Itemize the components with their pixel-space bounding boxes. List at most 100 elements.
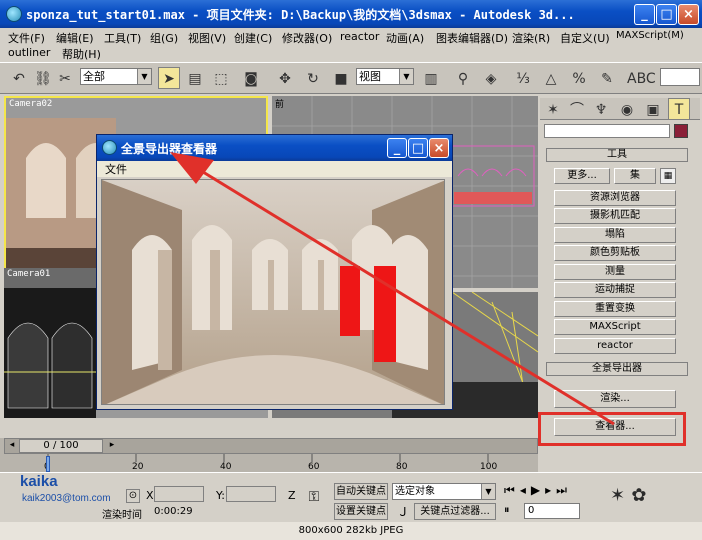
prev-key-icon[interactable]: ◂: [520, 483, 531, 497]
viewport-label[interactable]: 前: [275, 97, 284, 110]
dialog-title-bar[interactable]: 全景导出器查看器 _ □ ×: [97, 135, 452, 161]
panorama-rollout-header[interactable]: 全景导出器: [546, 362, 688, 376]
key-mode-toggle-icon[interactable]: ⏸: [504, 503, 522, 519]
menu-group[interactable]: 组(G): [150, 30, 178, 46]
key-mode-dropdown[interactable]: 选定对象 ▼: [392, 483, 496, 500]
configure-sets-icon[interactable]: ▦: [660, 168, 676, 184]
menu-animation[interactable]: 动画(A): [386, 30, 424, 46]
rect-region-icon[interactable]: ⬚: [210, 67, 232, 89]
frame-counter[interactable]: 0 / 100: [19, 439, 103, 453]
reset-xform-button[interactable]: 重置变换: [554, 301, 676, 317]
window-crossing-icon[interactable]: ◙: [240, 67, 262, 89]
auto-key-button[interactable]: 自动关键点: [334, 483, 388, 500]
angle-snap-icon[interactable]: △: [540, 67, 562, 89]
time-slider[interactable]: ◂ 0 / 100 ▸: [4, 438, 538, 454]
dialog-app-icon[interactable]: [102, 140, 117, 155]
tools-rollout-header[interactable]: 工具: [546, 148, 688, 162]
menu-edit[interactable]: 编辑(E): [56, 30, 94, 46]
selection-filter-dropdown[interactable]: 全部 ▼: [80, 68, 152, 85]
create-tab-icon[interactable]: ✶: [542, 98, 564, 120]
snap-icon[interactable]: ⅓: [512, 67, 534, 89]
keyboard-shortcut-icon[interactable]: ◈: [480, 67, 502, 89]
panorama-render-view[interactable]: [101, 179, 445, 405]
goto-start-icon[interactable]: ⏮: [504, 483, 520, 497]
more-button[interactable]: 更多...: [554, 168, 610, 184]
named-selection-field[interactable]: [660, 68, 700, 86]
select-arrow-icon[interactable]: ➤: [158, 67, 180, 89]
motion-tab-icon[interactable]: ◉: [616, 98, 638, 120]
undo-icon[interactable]: ↶: [8, 67, 30, 89]
spinner-snap-icon[interactable]: ✎: [596, 67, 618, 89]
key-filters-button[interactable]: 关键点过滤器...: [414, 503, 496, 520]
dialog-minimize-button[interactable]: _: [387, 138, 407, 158]
time-scrubber[interactable]: [46, 456, 50, 472]
prev-frame-icon[interactable]: ◂: [5, 440, 19, 452]
watermark-name: kaika: [20, 473, 58, 490]
menu-graph-editors[interactable]: 图表编辑器(D): [436, 30, 508, 46]
hierarchy-tab-icon[interactable]: ♆: [590, 98, 612, 120]
percent-snap-icon[interactable]: %: [568, 67, 590, 89]
menu-help[interactable]: 帮助(H): [62, 46, 101, 62]
reactor-button[interactable]: reactor: [554, 338, 676, 354]
x-coordinate-field[interactable]: [154, 486, 204, 502]
command-panel: ✶ ⌒ ♆ ◉ ▣ T 工具 更多... 集 ▦ 资源浏览器 摄影机匹配 塌陷 …: [538, 94, 702, 472]
unlink-icon[interactable]: ✂: [54, 67, 76, 89]
collapse-button[interactable]: 塌陷: [554, 227, 676, 243]
menu-customize[interactable]: 自定义(U): [560, 30, 610, 46]
key-mode-value: 选定对象: [395, 486, 435, 497]
color-clipboard-button[interactable]: 颜色剪贴板: [554, 245, 676, 261]
viewport-label[interactable]: Camera01: [7, 269, 50, 279]
sets-button[interactable]: 集: [614, 168, 656, 184]
menu-modifiers[interactable]: 修改器(O): [282, 30, 332, 46]
next-key-icon[interactable]: ▸: [545, 483, 556, 497]
timeline-ruler[interactable]: [44, 454, 538, 472]
current-frame-field[interactable]: 0: [524, 503, 580, 519]
set-key-button[interactable]: 设置关键点: [334, 503, 388, 520]
playback-controls: ⏮◂▶▸⏭: [504, 483, 624, 501]
next-frame-icon[interactable]: ▸: [105, 440, 119, 452]
key-filters-icon[interactable]: Ｊ: [394, 503, 412, 520]
select-by-name-icon[interactable]: ▤: [184, 67, 206, 89]
maxscript-button[interactable]: MAXScript: [554, 319, 676, 335]
goto-end-icon[interactable]: ⏭: [556, 483, 572, 497]
modify-tab-icon[interactable]: ⌒: [566, 98, 588, 120]
menu-outliner[interactable]: outliner: [8, 46, 50, 59]
lock-selection-icon[interactable]: ⊙: [126, 489, 140, 503]
3dsmax-app-icon[interactable]: [6, 6, 22, 22]
y-coordinate-field[interactable]: [226, 486, 276, 502]
dialog-menu-bar: 文件: [97, 161, 452, 177]
key-icon[interactable]: ⚿: [300, 489, 328, 513]
menu-maxscript[interactable]: MAXScript(M): [616, 30, 684, 41]
scale-icon[interactable]: ■: [330, 67, 352, 89]
panorama-render-button[interactable]: 渲染...: [554, 390, 676, 408]
named-selection-icon[interactable]: ABC: [626, 67, 656, 89]
display-tab-icon[interactable]: ▣: [642, 98, 664, 120]
dialog-menu-file[interactable]: 文件: [105, 163, 127, 176]
dialog-close-button[interactable]: ×: [429, 138, 449, 158]
play-icon[interactable]: ▶: [531, 483, 545, 497]
menu-file[interactable]: 文件(F): [8, 30, 45, 46]
rotate-icon[interactable]: ↻: [302, 67, 324, 89]
manipulate-icon[interactable]: ⚲: [452, 67, 474, 89]
ref-coord-dropdown[interactable]: 视图 ▼: [356, 68, 414, 85]
measure-button[interactable]: 测量: [554, 264, 676, 280]
menu-tools[interactable]: 工具(T): [104, 30, 141, 46]
object-color-swatch[interactable]: [674, 124, 688, 138]
motion-capture-button[interactable]: 运动捕捉: [554, 282, 676, 298]
close-button[interactable]: ×: [678, 4, 699, 25]
minimize-button[interactable]: _: [634, 4, 655, 25]
link-icon[interactable]: ⛓: [32, 67, 54, 89]
utilities-tab-icon[interactable]: T: [668, 98, 690, 120]
move-icon[interactable]: ✥: [274, 67, 296, 89]
maximize-button[interactable]: □: [656, 4, 677, 25]
object-name-field[interactable]: [544, 124, 670, 138]
menu-create[interactable]: 创建(C): [234, 30, 272, 46]
asset-browser-button[interactable]: 资源浏览器: [554, 190, 676, 206]
dialog-maximize-button[interactable]: □: [408, 138, 428, 158]
pivot-icon[interactable]: ▥: [420, 67, 442, 89]
viewport-label[interactable]: Camera02: [9, 99, 52, 109]
menu-rendering[interactable]: 渲染(R): [512, 30, 550, 46]
camera-match-button[interactable]: 摄影机匹配: [554, 208, 676, 224]
menu-views[interactable]: 视图(V): [188, 30, 226, 46]
menu-reactor[interactable]: reactor: [340, 30, 379, 43]
